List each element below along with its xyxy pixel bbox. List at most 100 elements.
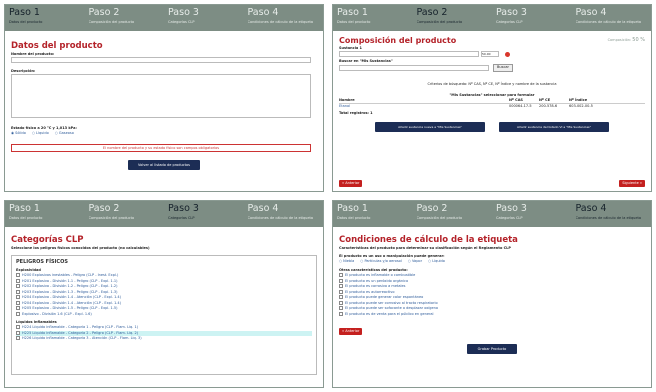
step-tab-2[interactable]: Paso 2 Composición del producto: [85, 5, 165, 31]
checkbox-label: El producto es un peróxido orgánico: [345, 278, 409, 283]
checkbox[interactable]: [16, 273, 20, 277]
steps-bar: Paso 1 Datos del producto Paso 2 Composici…: [5, 201, 323, 227]
checkbox-label: El producto puede ser corrosivo al tract…: [345, 300, 438, 305]
step-tab-2[interactable]: Paso 2 Composición del producto: [85, 201, 165, 227]
description-textarea[interactable]: [11, 74, 311, 118]
save-product-button[interactable]: Grabar Producto: [467, 344, 517, 354]
checkbox[interactable]: [16, 300, 20, 305]
checkbox[interactable]: [16, 330, 20, 335]
page-title: Composición del producto: [339, 36, 457, 45]
composition-total: Composición: 50 %: [607, 37, 645, 43]
prev-button[interactable]: « Anterior: [339, 328, 363, 335]
checkbox-label: El producto es corrosivo a metales: [345, 284, 406, 288]
checkbox[interactable]: [16, 311, 20, 316]
product-name-input[interactable]: [11, 57, 311, 63]
step-tab-3[interactable]: Paso 3 Categorías CLP: [164, 5, 244, 31]
prev-button[interactable]: « Anterior: [339, 180, 363, 187]
page-title: Datos del producto: [11, 41, 103, 51]
checkbox-label: El producto es inflamable o combustible: [345, 273, 416, 277]
checkbox-item[interactable]: H226 Líquido inflamable - Categoría 3 - …: [16, 336, 312, 342]
checkbox[interactable]: [339, 300, 343, 305]
step-tab-2[interactable]: Paso 2 Composición del producto: [413, 201, 493, 227]
step-tab-4[interactable]: Paso 4 Condiciones de cálculo de la etiqu…: [572, 201, 652, 227]
step2-panel: Paso 1 Datos del producto Paso 2 Composici…: [332, 4, 652, 192]
radio-mist[interactable]: ○ Niebla: [339, 259, 354, 264]
steps-bar: Paso 1 Datos del producto Paso 2 Composici…: [5, 5, 323, 31]
checkbox-label: H202 Explosivo - División 1.2 - Peligro …: [22, 284, 118, 288]
checkbox-label: H204 Explosivo - División 1.4 - Atención…: [22, 295, 122, 299]
checkbox[interactable]: [16, 295, 20, 299]
table-row[interactable]: Etanol 000064-17-5 200-578-6 603-002-00-…: [339, 104, 645, 109]
step-tab-1[interactable]: Paso 1 Datos del producto: [5, 201, 85, 227]
radio-liquid[interactable]: ○ Líquido: [428, 259, 445, 264]
checkbox[interactable]: [16, 278, 20, 283]
checkbox-label: H225 Líquido inflamable - Categoría 2 - …: [22, 330, 139, 335]
search-input[interactable]: [339, 64, 489, 71]
checkbox[interactable]: [339, 306, 343, 310]
step-tab-3[interactable]: Paso 3 Categorías CLP: [492, 5, 572, 31]
radio-liquid[interactable]: ○ Líquido: [32, 131, 49, 136]
radio-solid[interactable]: ◉ Sólido: [11, 131, 26, 136]
step4-panel: Paso 1 Datos del producto Paso 2 Composici…: [332, 200, 652, 388]
steps-bar: Paso 1 Datos del producto Paso 2 Composici…: [333, 201, 651, 227]
checkbox[interactable]: [339, 284, 343, 288]
checkbox[interactable]: [16, 306, 20, 310]
search-button[interactable]: Buscar: [493, 64, 513, 72]
checkbox-label: H203 Explosivo - División 1.3 - Peligro …: [22, 289, 118, 294]
checkbox[interactable]: [16, 325, 20, 329]
checkbox[interactable]: [339, 311, 343, 316]
add-list-substance-button[interactable]: Añadir sustancia del listado VI a "Mis S…: [499, 122, 609, 132]
back-to-list-button[interactable]: Volver al listado de productos: [128, 160, 200, 170]
checkbox-label: H205 Explosivo - División 1.5 - Peligro …: [22, 306, 118, 310]
checkbox-label: El producto puede ser sofocante o despla…: [345, 306, 439, 310]
checkbox-item[interactable]: El producto es de venta para el público …: [339, 311, 645, 318]
required-warning: El nombre del producto y su estado físic…: [11, 144, 311, 152]
step-tab-1[interactable]: Paso 1 Datos del producto: [333, 5, 413, 31]
radio-particles[interactable]: ○ Partículas y/o aerosol: [360, 259, 402, 264]
radio-gas[interactable]: ○ Gaseoso: [55, 131, 74, 136]
remove-icon[interactable]: [505, 51, 510, 57]
checkbox-label: H201 Explosivo - División 1.1 - Peligro …: [22, 278, 118, 283]
step-tab-1[interactable]: Paso 1 Datos del producto: [5, 5, 85, 31]
page-subtitle: Características del producto para determ…: [339, 246, 511, 250]
checkbox-label: H224 Líquido inflamable - Categoría 1 - …: [22, 325, 139, 329]
hazards-box: PELIGROS FÍSICOS Explosividad H200 Explo…: [11, 255, 317, 375]
emission-radio-group: ○ Niebla ○ Partículas y/o aerosol ○ Vapo…: [339, 259, 645, 264]
characteristics-list: El producto es inflamable o combustible E…: [339, 273, 645, 317]
step3-panel: Paso 1 Datos del producto Paso 2 Composici…: [4, 200, 324, 388]
state-radio-group: ◉ Sólido ○ Líquido ○ Gaseoso: [11, 131, 317, 136]
checkbox[interactable]: [339, 273, 343, 277]
checkbox[interactable]: [339, 295, 343, 299]
step-tab-4[interactable]: Paso 4 Condiciones de cálculo de la etiqu…: [244, 201, 324, 227]
quantity-input[interactable]: 50.00: [481, 51, 499, 57]
explosive-list: H200 Explosivos inestables - Peligro (CL…: [16, 273, 312, 317]
substance-input[interactable]: [339, 51, 479, 57]
step-tab-1[interactable]: Paso 1 Datos del producto: [333, 201, 413, 227]
step-tab-4[interactable]: Paso 4 Condiciones de cálculo de la etiqu…: [572, 5, 652, 31]
page-title: Categorías CLP: [11, 235, 84, 245]
add-new-substance-button[interactable]: Añadir sustancia nueva a "Mis Sustancias…: [375, 122, 485, 132]
checkbox[interactable]: [16, 289, 20, 294]
step-tab-3[interactable]: Paso 3 Categorías CLP: [492, 201, 572, 227]
step-tab-2[interactable]: Paso 2 Composición del producto: [413, 5, 493, 31]
checkbox-item[interactable]: Explosivo - División 1.6 (CLP - Expl. 1.…: [16, 311, 312, 318]
checkbox-label: El producto puede generar calor espontán…: [345, 295, 424, 299]
total-records: Total registros: 1: [339, 111, 373, 115]
step-tab-3[interactable]: Paso 3 Categorías CLP: [164, 201, 244, 227]
checkbox-label: El producto es de venta para el público …: [345, 311, 434, 316]
next-button[interactable]: Siguiente »: [619, 180, 645, 187]
steps-bar: Paso 1 Datos del producto Paso 2 Composici…: [333, 5, 651, 31]
page-subtitle: Seleccione los peligros físicos conocido…: [11, 246, 150, 250]
step-tab-4[interactable]: Paso 4 Condiciones de cálculo de la etiqu…: [244, 5, 324, 31]
checkbox[interactable]: [339, 278, 343, 283]
checkbox-label: El producto es autorreactivo: [345, 289, 395, 294]
checkbox[interactable]: [339, 289, 343, 294]
radio-vapor[interactable]: ○ Vapor: [408, 259, 422, 264]
checkbox[interactable]: [16, 336, 20, 340]
page-title: Condiciones de cálculo de la etiqueta: [339, 235, 518, 245]
checkbox[interactable]: [16, 284, 20, 288]
checkbox-label: H200 Explosivos inestables - Peligro (CL…: [22, 273, 119, 277]
step1-panel: Paso 1 Datos del producto Paso 2 Composici…: [4, 4, 324, 192]
section-heading: PELIGROS FÍSICOS: [16, 259, 68, 265]
checkbox-label: Explosivo - División 1.6 (CLP - Expl. 1.…: [22, 311, 92, 316]
